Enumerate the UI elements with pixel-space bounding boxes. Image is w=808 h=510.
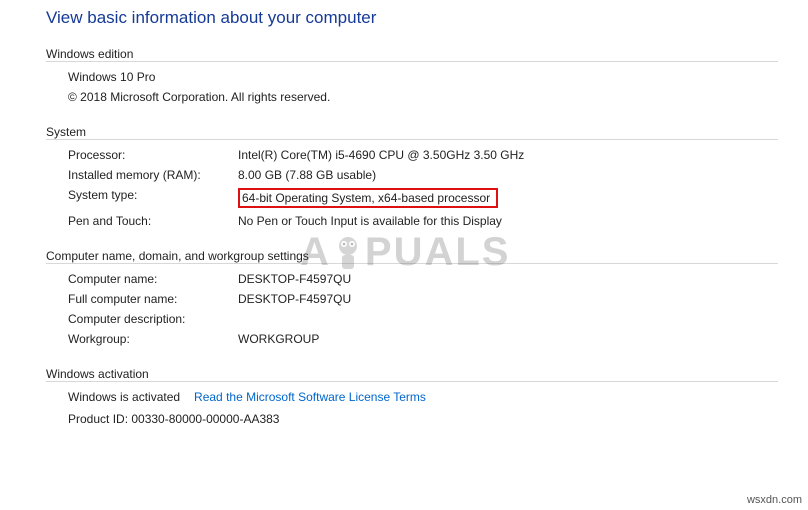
processor-label: Processor:: [68, 148, 238, 162]
system-type-highlight: 64-bit Operating System, x64-based proce…: [238, 188, 498, 208]
section-computer-name: Computer name, domain, and workgroup set…: [46, 248, 778, 346]
section-header-windows-edition: Windows edition: [46, 46, 778, 62]
section-windows-activation: Windows activation Windows is activated …: [46, 366, 778, 426]
activation-status: Windows is activated: [68, 390, 180, 404]
system-type-label: System type:: [68, 188, 238, 208]
section-system: System Processor: Intel(R) Core(TM) i5-4…: [46, 124, 778, 228]
ram-label: Installed memory (RAM):: [68, 168, 238, 182]
workgroup-label: Workgroup:: [68, 332, 238, 346]
site-credit: wsxdn.com: [747, 494, 802, 506]
product-id: Product ID: 00330-80000-00000-AA383: [68, 412, 778, 426]
windows-edition-name: Windows 10 Pro: [68, 70, 778, 84]
computer-description-value: [238, 312, 778, 326]
section-header-system: System: [46, 124, 778, 140]
system-type-value: 64-bit Operating System, x64-based proce…: [238, 188, 778, 208]
computer-description-label: Computer description:: [68, 312, 238, 326]
license-terms-link[interactable]: Read the Microsoft Software License Term…: [194, 390, 426, 404]
section-header-computer-name: Computer name, domain, and workgroup set…: [46, 248, 778, 264]
pen-touch-value: No Pen or Touch Input is available for t…: [238, 214, 778, 228]
workgroup-value: WORKGROUP: [238, 332, 778, 346]
windows-edition-copyright: © 2018 Microsoft Corporation. All rights…: [68, 90, 778, 104]
section-windows-edition: Windows edition Windows 10 Pro © 2018 Mi…: [46, 46, 778, 104]
computer-name-value: DESKTOP-F4597QU: [238, 272, 778, 286]
computer-name-label: Computer name:: [68, 272, 238, 286]
page-title: View basic information about your comput…: [46, 8, 808, 28]
pen-touch-label: Pen and Touch:: [68, 214, 238, 228]
section-header-windows-activation: Windows activation: [46, 366, 778, 382]
ram-value: 8.00 GB (7.88 GB usable): [238, 168, 778, 182]
full-computer-name-label: Full computer name:: [68, 292, 238, 306]
full-computer-name-value: DESKTOP-F4597QU: [238, 292, 778, 306]
processor-value: Intel(R) Core(TM) i5-4690 CPU @ 3.50GHz …: [238, 148, 778, 162]
